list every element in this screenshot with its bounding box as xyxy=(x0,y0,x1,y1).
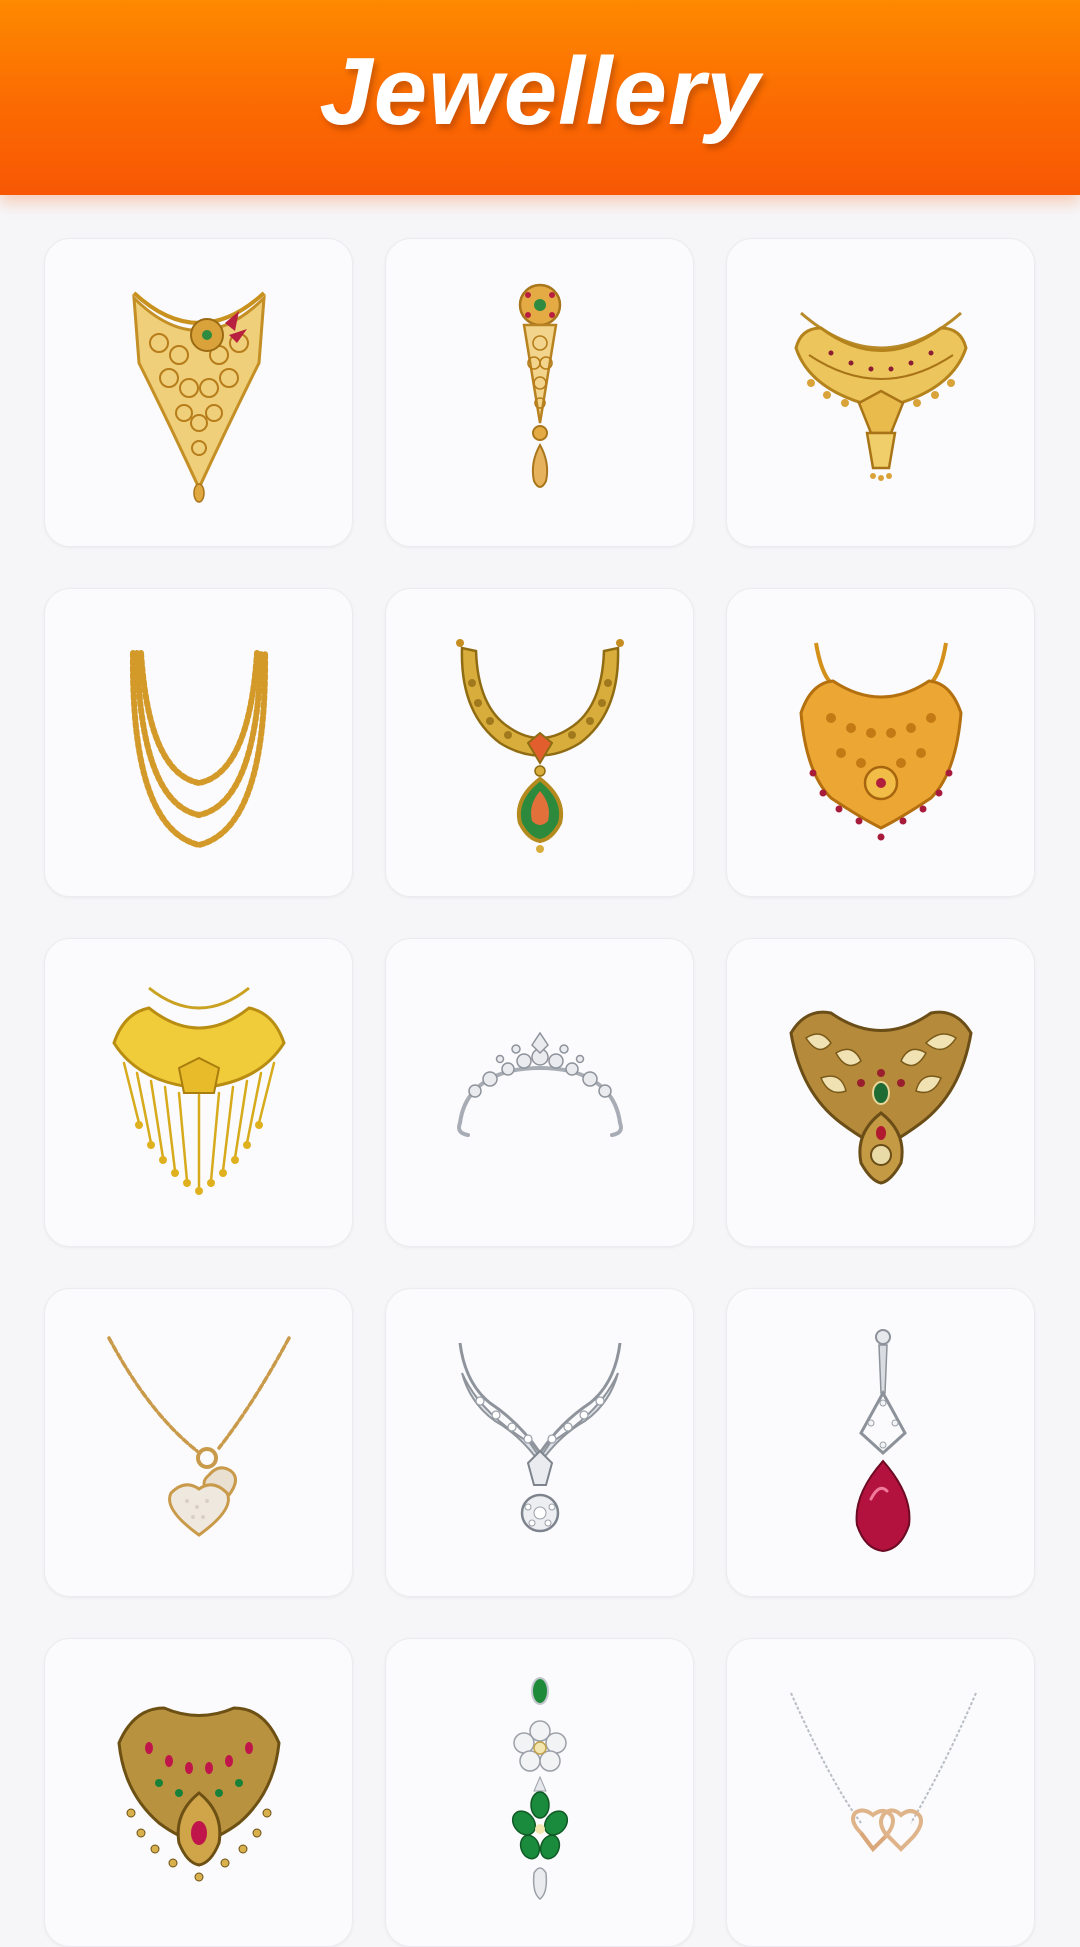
jewellery-card-14[interactable] xyxy=(385,1638,694,1947)
jewellery-card-11[interactable] xyxy=(385,1288,694,1597)
ruby-emerald-bib-necklace-icon xyxy=(116,1705,281,1881)
gold-chain-heart-pendant-icon xyxy=(106,1335,291,1537)
jewellery-card-10[interactable] xyxy=(44,1288,353,1597)
app-header: Jewellery xyxy=(0,0,1080,195)
jewellery-grid xyxy=(44,238,1035,1947)
jewellery-card-15[interactable] xyxy=(726,1638,1035,1947)
jewellery-card-7[interactable] xyxy=(44,938,353,1247)
double-heart-silver-chain-necklace-icon xyxy=(789,1692,977,1852)
antique-kundan-necklace-icon xyxy=(788,1010,973,1185)
silver-diamond-tiara-icon xyxy=(456,1031,623,1137)
gold-wide-collar-necklace-icon xyxy=(793,311,968,481)
gold-bead-fringe-necklace-icon xyxy=(111,986,286,1195)
jewellery-card-8[interactable] xyxy=(385,938,694,1247)
jewellery-card-1[interactable] xyxy=(44,238,353,547)
gold-ruby-emerald-pendant-necklace-icon xyxy=(455,638,624,853)
emerald-diamond-drop-earring-icon xyxy=(511,1676,568,1900)
jewellery-card-12[interactable] xyxy=(726,1288,1035,1597)
silver-diamond-v-necklace-icon xyxy=(458,1342,621,1532)
page-title: Jewellery xyxy=(319,37,761,145)
jewellery-card-5[interactable] xyxy=(385,588,694,897)
gold-mesh-necklace-icon xyxy=(131,291,266,503)
jewellery-card-4[interactable] xyxy=(44,588,353,897)
gold-floral-drop-pendant-icon xyxy=(518,283,561,488)
jewellery-card-6[interactable] xyxy=(726,588,1035,897)
jewellery-card-3[interactable] xyxy=(726,238,1035,547)
gold-triple-chain-necklace-icon xyxy=(129,649,268,848)
jewellery-card-13[interactable] xyxy=(44,1638,353,1947)
ruby-teardrop-earring-icon xyxy=(855,1328,910,1552)
jewellery-card-9[interactable] xyxy=(726,938,1035,1247)
gold-bridal-choker-icon xyxy=(798,642,963,840)
jewellery-card-2[interactable] xyxy=(385,238,694,547)
